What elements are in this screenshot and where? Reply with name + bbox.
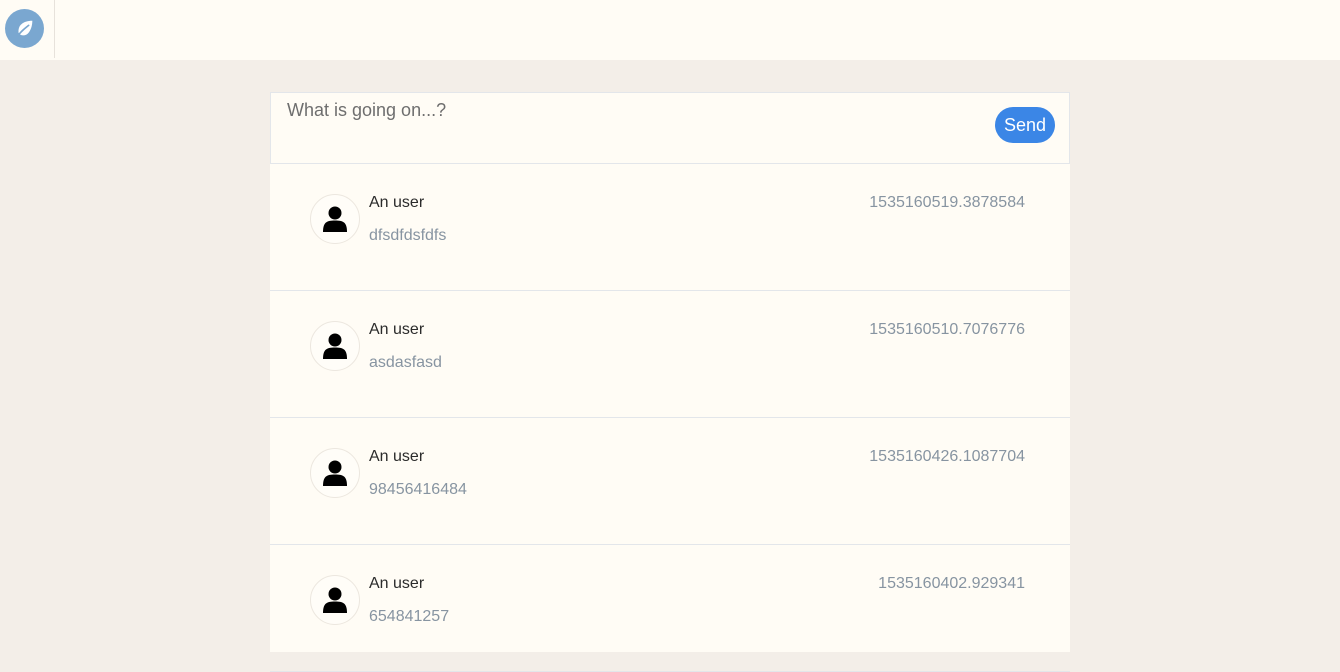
post-author: An user [369, 448, 425, 465]
post-author: An user [369, 575, 425, 592]
post-author: An user [369, 194, 425, 211]
post-text: 654841257 [369, 608, 450, 625]
post-composer: Send [270, 92, 1070, 164]
top-navbar [0, 0, 1340, 60]
post-item: An user 1535160510.7076776 asdasfasd [270, 291, 1070, 418]
post-text: asdasfasd [369, 354, 442, 371]
avatar [310, 575, 360, 625]
user-icon [323, 587, 347, 613]
logo-cell [0, 0, 55, 58]
post-item: An user 1535160519.3878584 dfsdfdsfdfs [270, 164, 1070, 291]
post-item: An user 1535160426.1087704 98456416484 [270, 418, 1070, 545]
post-timestamp: 1535160426.1087704 [869, 448, 1025, 465]
feed-panel: Send An user 1535160519.3878584 dfsdfdsf… [270, 92, 1070, 672]
user-icon [323, 460, 347, 486]
avatar [310, 194, 360, 244]
send-button[interactable]: Send [995, 107, 1055, 143]
avatar [310, 448, 360, 498]
post-timestamp: 1535160510.7076776 [869, 321, 1025, 338]
user-icon [323, 333, 347, 359]
leaf-icon [15, 20, 32, 38]
post-timestamp: 1535160402.929341 [878, 575, 1025, 592]
post-author: An user [369, 321, 425, 338]
post-text: dfsdfdsfdfs [369, 227, 447, 244]
post-timestamp: 1535160519.3878584 [869, 194, 1025, 211]
home-logo-link[interactable] [5, 9, 44, 48]
avatar [310, 321, 360, 371]
post-input[interactable] [287, 100, 987, 150]
post-text: 98456416484 [369, 481, 467, 498]
user-icon [323, 206, 347, 232]
post-item: An user 1535160402.929341 654841257 [270, 545, 1070, 672]
post-list: An user 1535160519.3878584 dfsdfdsfdfs A… [270, 164, 1070, 672]
